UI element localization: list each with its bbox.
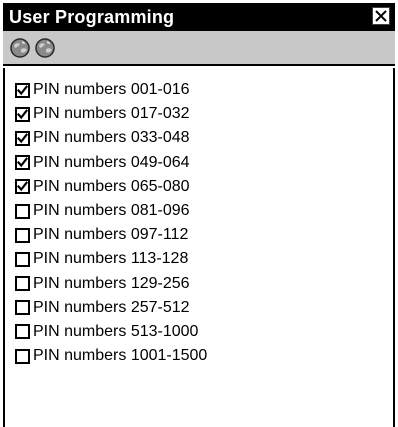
checkbox[interactable] bbox=[15, 82, 30, 98]
pin-list-pane[interactable]: PIN numbers 001-016 PIN numbers 017-032 PI… bbox=[3, 68, 395, 427]
toolbar bbox=[3, 31, 395, 66]
globe-button-2[interactable] bbox=[34, 37, 56, 59]
list-item-label: PIN numbers 001-016 bbox=[33, 81, 190, 99]
check-icon bbox=[17, 157, 28, 168]
checkbox[interactable] bbox=[15, 203, 30, 219]
list-item[interactable]: PIN numbers 513-1000 bbox=[15, 320, 207, 344]
list-item-label: PIN numbers 049-064 bbox=[33, 153, 190, 171]
list-item-label: PIN numbers 017-032 bbox=[33, 105, 190, 123]
list-item[interactable]: PIN numbers 257-512 bbox=[15, 296, 207, 320]
list-item-label: PIN numbers 097-112 bbox=[33, 226, 189, 244]
list-item-label: PIN numbers 1001-1500 bbox=[33, 347, 208, 365]
list-item-label: PIN numbers 033-048 bbox=[33, 129, 190, 147]
checkbox[interactable] bbox=[15, 348, 30, 364]
pin-list: PIN numbers 001-016 PIN numbers 017-032 PI… bbox=[15, 78, 207, 368]
checkbox[interactable] bbox=[15, 324, 30, 340]
checkbox[interactable] bbox=[15, 155, 30, 171]
list-item[interactable]: PIN numbers 113-128 bbox=[15, 247, 207, 271]
checkbox[interactable] bbox=[15, 276, 30, 292]
list-item[interactable]: PIN numbers 001-016 bbox=[15, 78, 207, 102]
list-item[interactable]: PIN numbers 1001-1500 bbox=[15, 344, 207, 368]
list-item-label: PIN numbers 257-512 bbox=[33, 298, 190, 316]
list-item[interactable]: PIN numbers 081-096 bbox=[15, 199, 207, 223]
list-item-label: PIN numbers 129-256 bbox=[33, 274, 190, 292]
list-item[interactable]: PIN numbers 017-032 bbox=[15, 102, 207, 126]
checkbox[interactable] bbox=[15, 300, 30, 316]
check-icon bbox=[17, 181, 28, 192]
user-programming-window: User Programming PIN numbers 001-016 PIN… bbox=[0, 0, 398, 427]
close-button[interactable] bbox=[372, 7, 390, 25]
checkbox[interactable] bbox=[15, 179, 30, 195]
checkbox[interactable] bbox=[15, 251, 30, 267]
list-item[interactable]: PIN numbers 033-048 bbox=[15, 126, 207, 150]
window-title: User Programming bbox=[9, 7, 175, 27]
list-item[interactable]: PIN numbers 097-112 bbox=[15, 223, 207, 247]
list-item-label: PIN numbers 113-128 bbox=[33, 250, 189, 268]
list-item[interactable]: PIN numbers 065-080 bbox=[15, 175, 207, 199]
list-item-label: PIN numbers 065-080 bbox=[33, 177, 190, 195]
globe-icon bbox=[35, 38, 55, 58]
title-bar[interactable]: User Programming bbox=[3, 3, 395, 31]
globe-button-1[interactable] bbox=[9, 37, 31, 59]
checkbox[interactable] bbox=[15, 227, 30, 243]
globe-icon bbox=[10, 38, 30, 58]
checkbox[interactable] bbox=[15, 130, 30, 146]
close-icon bbox=[375, 10, 387, 22]
list-item[interactable]: PIN numbers 049-064 bbox=[15, 151, 207, 175]
list-item[interactable]: PIN numbers 129-256 bbox=[15, 272, 207, 296]
checkbox[interactable] bbox=[15, 106, 30, 122]
list-item-label: PIN numbers 081-096 bbox=[33, 202, 190, 220]
list-item-label: PIN numbers 513-1000 bbox=[33, 322, 199, 340]
check-icon bbox=[17, 133, 28, 144]
check-icon bbox=[17, 109, 28, 119]
check-icon bbox=[17, 84, 28, 95]
